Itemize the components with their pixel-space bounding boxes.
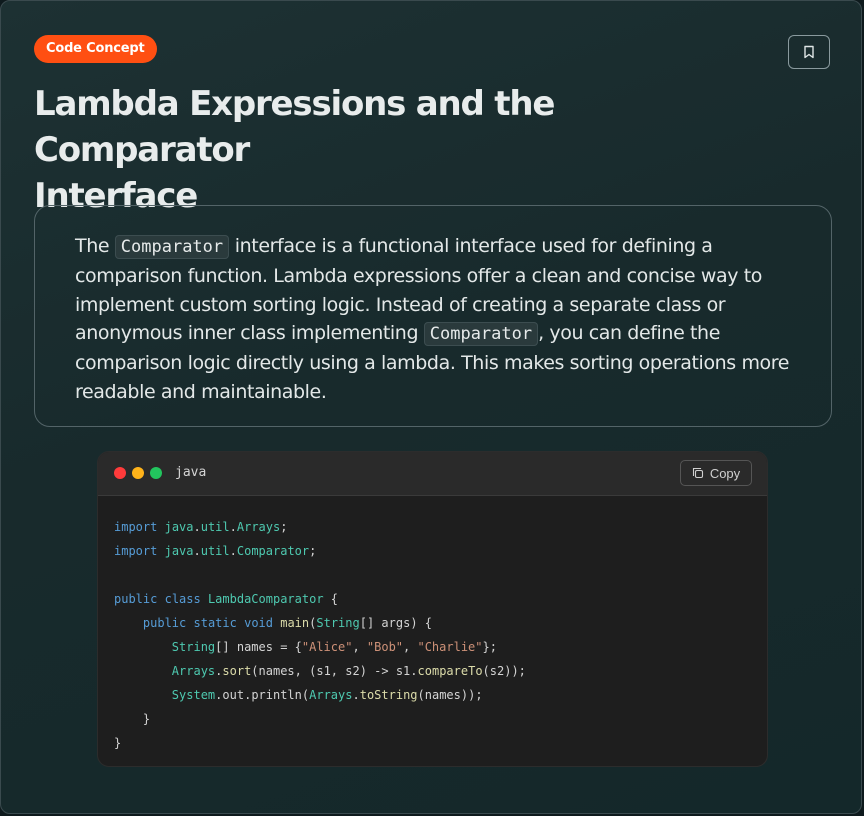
code-token: void bbox=[244, 616, 273, 630]
code-token: s1 bbox=[316, 664, 331, 678]
code-token: main bbox=[280, 616, 310, 630]
code-token: s2 bbox=[489, 664, 505, 678]
code-token: compareTo bbox=[417, 664, 483, 678]
code-token: "Alice" bbox=[301, 640, 353, 654]
copy-button[interactable]: Copy bbox=[680, 460, 752, 486]
code-token: class bbox=[164, 592, 201, 606]
description-box: The Comparator interface is a functional… bbox=[34, 205, 832, 427]
code-token: sort bbox=[222, 664, 252, 678]
code-token: Arrays bbox=[171, 664, 216, 678]
bookmark-button[interactable] bbox=[788, 35, 830, 69]
code-token: import bbox=[114, 520, 158, 534]
code-token: static bbox=[193, 616, 237, 630]
code-language: java bbox=[175, 465, 207, 480]
code-token: s2 bbox=[345, 664, 360, 678]
code-token: Arrays bbox=[236, 520, 281, 534]
code-token: public bbox=[142, 616, 187, 630]
code-token: "Charlie" bbox=[417, 640, 483, 654]
code-block: java Copy import java.util.Arrays; impor… bbox=[97, 451, 768, 767]
code-token: String bbox=[171, 640, 216, 654]
code-token: String bbox=[316, 616, 360, 630]
page-title: Lambda Expressions and the Comparator In… bbox=[34, 81, 754, 219]
code-token: toString bbox=[359, 688, 418, 702]
window-dot-green bbox=[150, 467, 162, 479]
desc-text-1: The bbox=[75, 235, 115, 257]
code-token: Arrays bbox=[309, 688, 353, 702]
code-token: Comparator bbox=[236, 544, 310, 558]
code-token: LambdaComparator bbox=[207, 592, 324, 606]
code-token: System bbox=[171, 688, 216, 702]
title-line-1: Lambda Expressions and the Comparator bbox=[34, 84, 555, 170]
code-token: util bbox=[200, 520, 230, 534]
inline-code-comparator: Comparator bbox=[423, 322, 539, 347]
code-token: names bbox=[424, 688, 461, 702]
code-token: s1 bbox=[395, 664, 411, 678]
code-content: import java.util.Arrays; import java.uti… bbox=[114, 520, 526, 750]
code-token: util bbox=[200, 544, 230, 558]
concept-card: Code Concept Lambda Expressions and the … bbox=[0, 0, 862, 814]
copy-icon bbox=[692, 467, 703, 479]
code-token: "Bob" bbox=[366, 640, 404, 654]
code-header: java Copy bbox=[98, 452, 767, 496]
window-dot-red bbox=[114, 467, 126, 479]
inline-code-comparator: Comparator bbox=[114, 235, 230, 259]
code-token: java bbox=[164, 520, 194, 534]
category-badge: Code Concept bbox=[34, 35, 157, 63]
code-token: public bbox=[114, 592, 158, 606]
copy-label: Copy bbox=[709, 465, 741, 481]
code-token: names bbox=[258, 664, 295, 678]
window-dot-yellow bbox=[132, 467, 144, 479]
description-text: The Comparator interface is a functional… bbox=[75, 232, 791, 407]
code-token: out bbox=[222, 688, 245, 702]
code-token: println bbox=[251, 688, 302, 702]
code-token: args bbox=[381, 616, 411, 630]
bookmark-icon bbox=[804, 45, 814, 59]
code-token: java bbox=[164, 544, 194, 558]
code-token: names bbox=[236, 640, 273, 654]
code-token: import bbox=[114, 544, 158, 558]
